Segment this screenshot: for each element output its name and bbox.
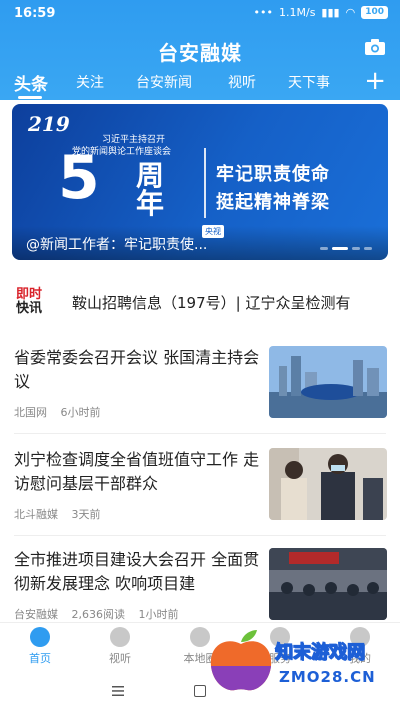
active-tab-indicator xyxy=(18,96,42,99)
news-flash-ticker[interactable]: 即时 快讯 鞍山招聘信息（197号）| 辽宁众呈检测有 xyxy=(0,282,400,326)
news-item[interactable]: 省委常委会召开会议 张国清主持会议 北国网 6小时前 xyxy=(0,346,400,426)
play-icon xyxy=(110,627,130,647)
tab-taian-news[interactable]: 台安新闻 xyxy=(136,72,192,92)
news-item[interactable]: 全市推进项目建设大会召开 全面贯彻新发展理念 吹响项目建 台安融媒 2,636阅… xyxy=(0,548,400,622)
carousel-dot xyxy=(364,247,372,250)
news-source: 北国网 xyxy=(14,406,47,419)
status-indicators: ••• 1.1M/s ▮▮▮ ◠ 100 xyxy=(254,6,388,19)
nav-audio-video-label: 视听 xyxy=(109,652,131,665)
banner-divider xyxy=(204,148,206,218)
wifi-icon: ◠ xyxy=(345,6,356,19)
news-source: 台安融媒 xyxy=(14,608,58,621)
banner-title: @新闻工作者：牢记职责使... xyxy=(26,237,208,253)
carousel-dot xyxy=(352,247,360,250)
status-bar: 16:59 ••• 1.1M/s ▮▮▮ ◠ 100 xyxy=(0,0,400,28)
carousel-dot-active xyxy=(332,247,348,250)
nav-home-label: 首页 xyxy=(29,652,51,665)
nav-audio-video[interactable]: 视听 xyxy=(90,627,150,666)
list-divider xyxy=(14,535,386,536)
menu-icon[interactable] xyxy=(112,686,124,696)
news-time: 6小时前 xyxy=(60,406,101,419)
news-meta: 台安融媒 2,636阅读 1小时前 xyxy=(14,606,189,622)
nav-home[interactable]: 首页 xyxy=(10,627,70,666)
news-title[interactable]: 刘宁检查调度全省值班值守工作 走访慰问基层干部群众 xyxy=(14,448,260,496)
news-flash-tag-bottom: 快讯 xyxy=(16,301,43,316)
banner-big-number: 5 xyxy=(58,143,100,213)
banner-date: 219 xyxy=(28,112,70,136)
tab-audio-video[interactable]: 视听 xyxy=(228,72,256,92)
network-speed: 1.1M/s xyxy=(279,6,316,19)
carousel-indicator xyxy=(320,247,372,250)
news-flash-tag-top: 即时 xyxy=(16,287,43,302)
list-divider xyxy=(14,433,386,434)
tab-headline[interactable]: 头条 xyxy=(14,70,48,95)
news-meta: 北国网 6小时前 xyxy=(14,404,111,420)
battery-icon: 100 xyxy=(361,6,388,19)
news-source: 北斗融媒 xyxy=(14,508,58,521)
camera-icon[interactable] xyxy=(364,38,386,56)
news-title[interactable]: 省委常委会召开会议 张国清主持会议 xyxy=(14,346,260,394)
featured-banner[interactable]: 219 习近平主持召开 党的新闻舆论工作座谈会 5 周年 牢记职责使命 挺起精神… xyxy=(12,104,388,260)
news-reads: 2,636阅读 xyxy=(71,608,126,621)
news-flash-tag: 即时 快讯 xyxy=(16,288,50,316)
app-header: 16:59 ••• 1.1M/s ▮▮▮ ◠ 100 台安融媒 头条 关注 台安… xyxy=(0,0,400,100)
banner-slogan-1: 牢记职责使命 xyxy=(216,164,330,185)
watermark: 知末游戏网 ZMO28.CN xyxy=(205,624,400,696)
news-thumbnail[interactable] xyxy=(269,548,387,620)
news-time: 1小时前 xyxy=(138,608,179,621)
news-time: 3天前 xyxy=(71,508,101,521)
news-flash-text[interactable]: 鞍山招聘信息（197号）| 辽宁众呈检测有 xyxy=(72,292,350,313)
watermark-text: 知末游戏网 xyxy=(275,642,366,664)
tab-follow[interactable]: 关注 xyxy=(76,72,104,92)
banner-anniversary: 周年 xyxy=(136,159,165,220)
news-meta: 北斗融媒 3天前 xyxy=(14,506,111,522)
carousel-dot xyxy=(320,247,328,250)
banner-slogan-2: 挺起精神脊梁 xyxy=(216,192,330,213)
home-icon xyxy=(30,627,50,647)
more-dots-icon: ••• xyxy=(253,6,273,19)
tab-world[interactable]: 天下事 xyxy=(288,72,330,92)
news-thumbnail[interactable] xyxy=(269,448,387,520)
news-thumbnail[interactable] xyxy=(269,346,387,418)
news-item[interactable]: 刘宁检查调度全省值班值守工作 走访慰问基层干部群众 北斗融媒 3天前 xyxy=(0,448,400,528)
watermark-apple-logo xyxy=(210,630,272,691)
add-channel-icon[interactable]: + xyxy=(364,68,386,94)
status-time: 16:59 xyxy=(14,6,56,21)
signal-icon: ▮▮▮ xyxy=(321,6,340,19)
app-logo: 台安融媒 xyxy=(158,41,242,65)
watermark-url: ZMO28.CN xyxy=(279,668,376,686)
channel-tabs: 头条 关注 台安新闻 视听 天下事 + xyxy=(0,68,400,100)
news-title[interactable]: 全市推进项目建设大会召开 全面贯彻新发展理念 吹响项目建 xyxy=(14,548,260,596)
